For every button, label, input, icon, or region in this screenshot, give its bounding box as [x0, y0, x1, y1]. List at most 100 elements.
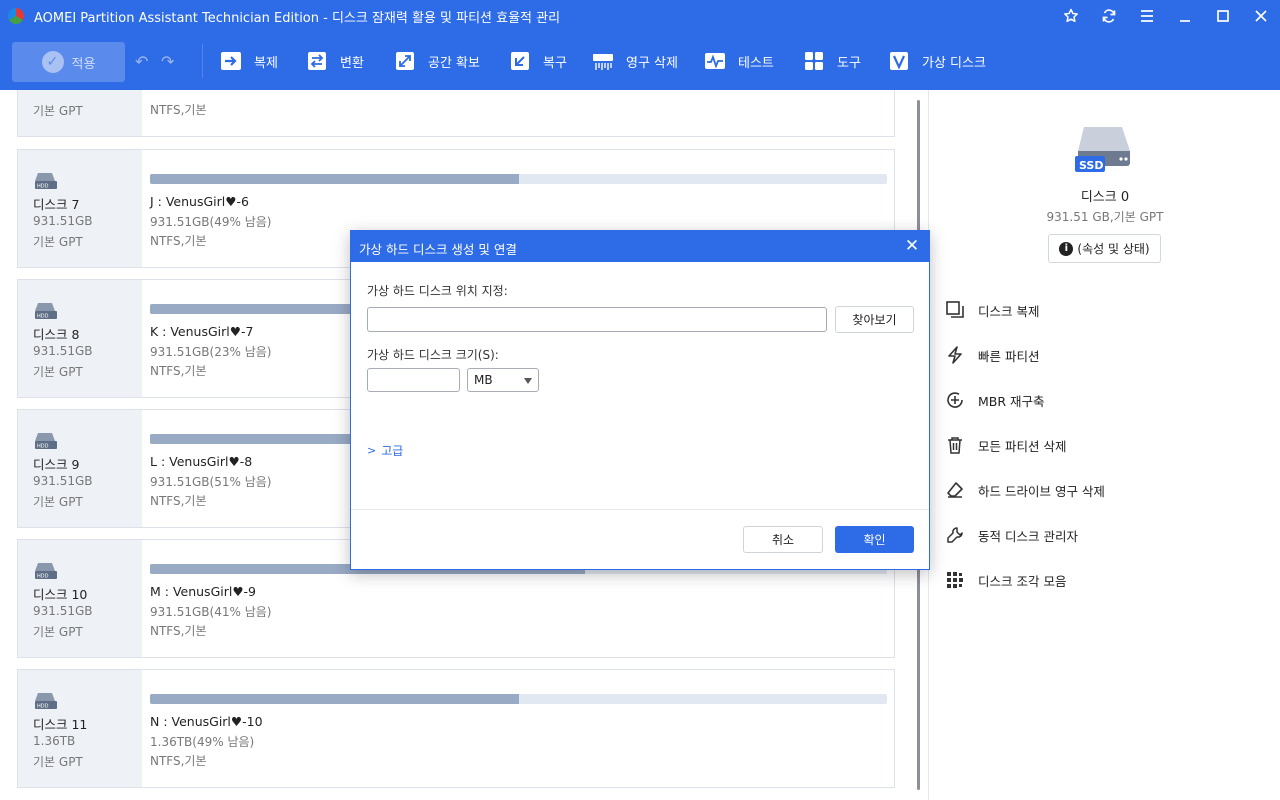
disk-size: 931.51GB [33, 474, 93, 488]
hdd-icon: HDD [35, 303, 57, 320]
disk-type: 기본 GPT [33, 235, 83, 249]
op-delete-all-partitions[interactable]: 모든 파티션 삭제 [945, 433, 1066, 457]
maximize-icon[interactable] [1204, 0, 1242, 32]
op-label: 디스크 복제 [978, 303, 1040, 319]
partition-name[interactable]: J : VenusGirl♥-6 [150, 194, 249, 209]
dialog-title: 가상 하드 디스크 생성 및 연결 [359, 242, 517, 257]
properties-button[interactable]: i (속성 및 상태) [1048, 234, 1161, 263]
partition-name[interactable]: L : VenusGirl♥-8 [150, 454, 252, 469]
hdd-icon: HDD [35, 563, 57, 580]
close-window-icon[interactable] [1242, 0, 1280, 32]
tool-virtual-disk[interactable]: 가상 디스크 [888, 46, 986, 76]
partition-usage-bar[interactable] [150, 694, 887, 704]
tool-label: 도구 [837, 55, 861, 71]
partition-size: 931.51GB(51% 남음) [150, 475, 272, 489]
disk-info-panel: HDD 디스크 11 1.36TB 기본 GPT [18, 670, 142, 787]
partition-name[interactable]: N : VenusGirl♥-10 [150, 714, 263, 729]
op-label: MBR 재구축 [978, 393, 1045, 409]
tool-tools[interactable]: 도구 [803, 46, 861, 76]
redo-icon[interactable]: ↷ [161, 52, 174, 71]
disk-size: 931.51GB [33, 344, 93, 358]
apply-label: 적용 [71, 56, 96, 72]
partition-usage-bar[interactable] [150, 174, 887, 184]
tool-convert[interactable]: 변환 [306, 46, 364, 76]
dialog-divider [351, 509, 929, 510]
partition-name[interactable]: K : VenusGirl♥-7 [150, 324, 253, 339]
partition-name[interactable]: M : VenusGirl♥-9 [150, 584, 256, 599]
advanced-toggle[interactable]: > 고급 [367, 442, 403, 459]
browse-button[interactable]: 찾아보기 [835, 306, 914, 333]
disk-row-partial[interactable]: 기본 GPT NTFS,기본 [17, 90, 895, 137]
op-quick-partition[interactable]: 빠른 파티션 [945, 343, 1039, 367]
op-dynamic-disk-manager[interactable]: 동적 디스크 관리자 [945, 523, 1078, 547]
title-bar: AOMEI Partition Assistant Technician Edi… [0, 0, 1280, 32]
disk-info-panel: HDD 디스크 7 931.51GB 기본 GPT [18, 150, 142, 267]
partition-fs: NTFS,기본 [150, 364, 207, 378]
svg-text:HDD: HDD [37, 444, 49, 450]
op-label: 하드 드라이브 영구 삭제 [978, 483, 1105, 499]
shred-icon [592, 50, 614, 72]
tools-icon [803, 50, 825, 72]
ok-button[interactable]: 확인 [835, 526, 914, 553]
selected-disk-detail: 931.51 GB,기본 GPT [1046, 210, 1164, 224]
op-label: 모든 파티션 삭제 [978, 438, 1067, 454]
close-icon[interactable]: ✕ [903, 237, 921, 255]
tool-test[interactable]: 테스트 [704, 46, 774, 76]
usage-fill [150, 694, 519, 704]
tool-label: 복구 [543, 55, 567, 71]
disk-info-panel: 기본 GPT [18, 90, 142, 136]
tool-label: 변환 [340, 55, 364, 71]
op-rebuild-mbr[interactable]: MBR 재구축 [945, 388, 1045, 412]
disk-clone-icon [945, 300, 965, 320]
disk-name: 디스크 8 [33, 327, 80, 342]
defrag-icon [945, 570, 965, 590]
rebuild-mbr-icon [945, 390, 965, 410]
tool-recover[interactable]: 복구 [509, 46, 567, 76]
op-label: 디스크 조각 모음 [978, 573, 1067, 589]
usage-fill [150, 174, 519, 184]
disk-size: 931.51GB [33, 604, 93, 618]
partition-fs: NTFS,기본 [150, 494, 207, 508]
disk-name: 디스크 7 [33, 197, 80, 212]
disk-size: 931.51GB [33, 214, 93, 228]
op-wipe-drive[interactable]: 하드 드라이브 영구 삭제 [945, 478, 1105, 502]
menu-icon[interactable] [1128, 0, 1166, 32]
disk-type: 기본 GPT [33, 755, 83, 769]
refresh-icon[interactable] [1090, 0, 1128, 32]
ssd-label: SSD [1079, 159, 1103, 172]
disk-name: 디스크 11 [33, 717, 88, 732]
tool-free-space[interactable]: 공간 확보 [394, 46, 480, 76]
info-icon: i [1059, 241, 1074, 256]
window-title: AOMEI Partition Assistant Technician Edi… [34, 10, 561, 26]
disk-type: 기본 GPT [33, 365, 83, 379]
op-defrag[interactable]: 디스크 조각 모음 [945, 568, 1066, 592]
disk-type: 기본 GPT [33, 495, 83, 509]
minimize-icon[interactable] [1166, 0, 1204, 32]
disk-properties-panel: SSD 디스크 0 931.51 GB,기본 GPT i (속성 및 상태) 디… [928, 90, 1280, 800]
disk-info-panel: HDD 디스크 10 931.51GB 기본 GPT [18, 540, 142, 657]
apply-button[interactable]: ✓ 적용 [12, 42, 125, 82]
virtual-disk-icon [888, 50, 910, 72]
size-label: 가상 하드 디스크 크기(S): [367, 348, 499, 362]
undo-icon[interactable]: ↶ [135, 52, 148, 71]
disk-row[interactable]: HDD 디스크 11 1.36TB 기본 GPT N : VenusGirl♥-… [17, 669, 895, 788]
partition-size: 931.51GB(23% 남음) [150, 345, 272, 359]
cancel-button[interactable]: 취소 [743, 526, 823, 553]
size-input[interactable] [367, 368, 460, 392]
tool-clone[interactable]: 복제 [220, 46, 278, 76]
star-icon[interactable] [1052, 0, 1090, 32]
advanced-label: 고급 [381, 444, 404, 458]
tool-shred[interactable]: 영구 삭제 [592, 46, 678, 76]
test-icon [704, 50, 726, 72]
disk-info-panel: HDD 디스크 8 931.51GB 기본 GPT [18, 280, 142, 397]
svg-text:HDD: HDD [37, 704, 49, 710]
location-input[interactable] [367, 307, 827, 332]
unit-select[interactable]: MB [467, 368, 539, 392]
tool-label: 가상 디스크 [922, 55, 986, 71]
convert-icon [306, 50, 328, 72]
partition-fs: NTFS,기본 [150, 234, 207, 248]
partition-size: 931.51GB(41% 남음) [150, 605, 272, 619]
op-disk-clone[interactable]: 디스크 복제 [945, 298, 1039, 322]
svg-text:HDD: HDD [37, 184, 49, 190]
tool-label: 영구 삭제 [626, 55, 678, 71]
